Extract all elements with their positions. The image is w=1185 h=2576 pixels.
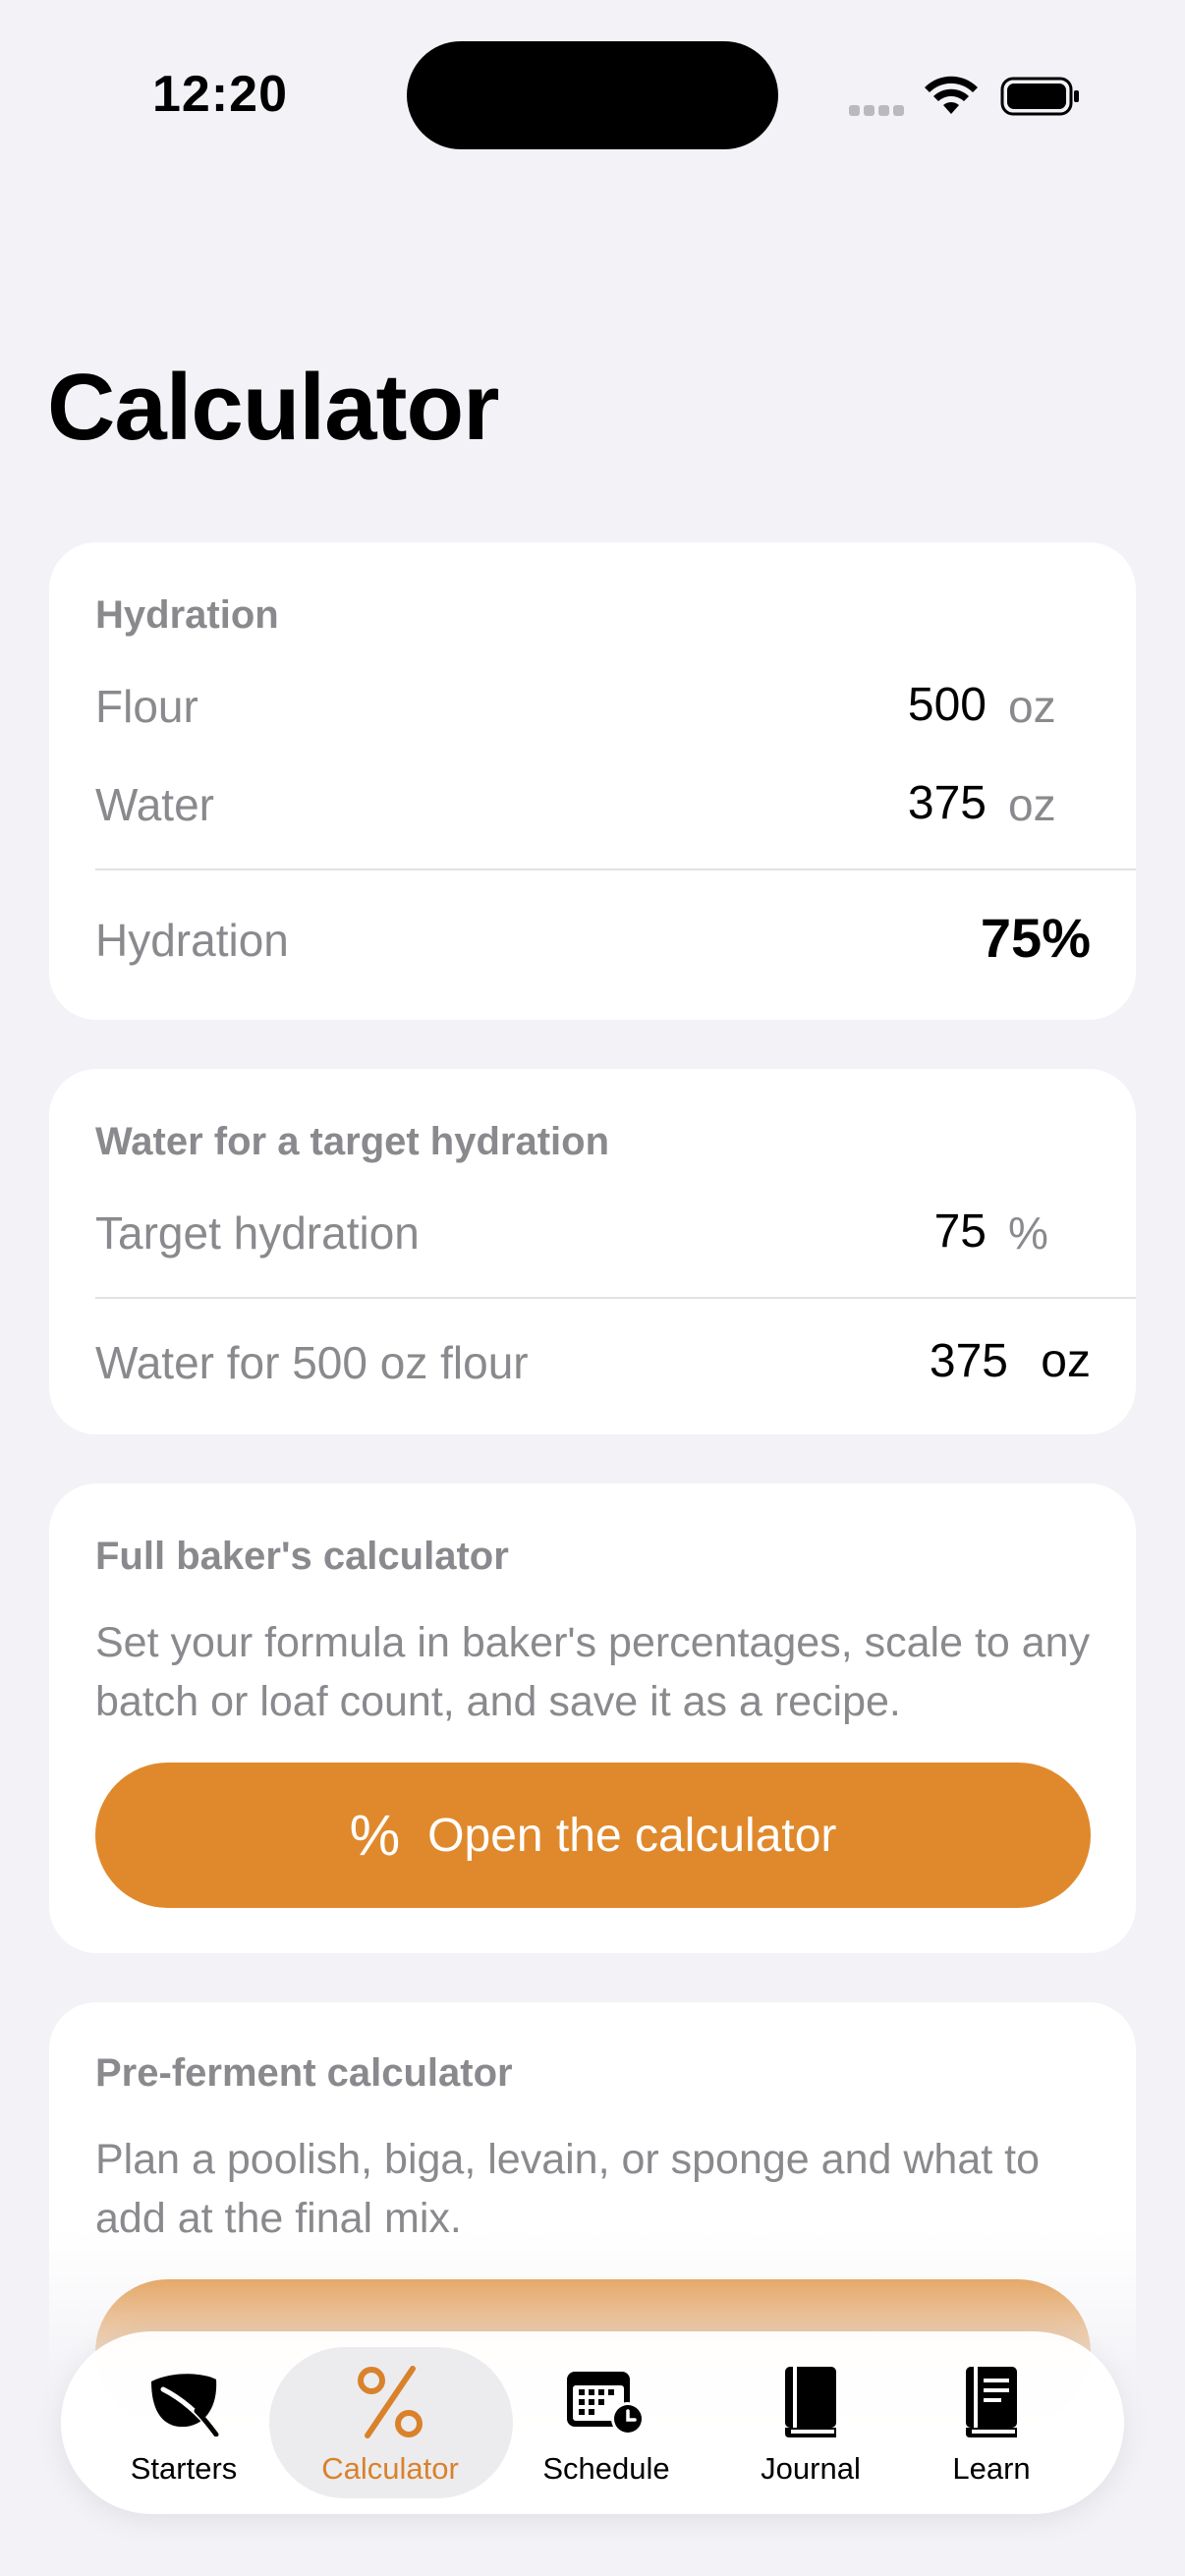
dynamic-island	[407, 41, 778, 149]
hydration-result-label: Hydration	[95, 915, 289, 966]
flour-input[interactable]: 500	[908, 678, 987, 732]
hydration-card-header: Hydration	[95, 593, 279, 637]
open-calculator-button[interactable]: % Open the calculator	[95, 1763, 1091, 1908]
bakers-calculator-card: Full baker's calculator Set your formula…	[49, 1484, 1136, 1953]
target-hydration-label: Target hydration	[95, 1207, 420, 1259]
hydration-result-value: 75%	[980, 907, 1091, 969]
percent-icon: %	[349, 1803, 401, 1868]
tab-schedule[interactable]: Schedule	[523, 2331, 690, 2514]
book-icon	[781, 2359, 840, 2445]
tab-journal[interactable]: Journal	[727, 2331, 894, 2514]
cellular-signal-icon	[849, 103, 908, 117]
target-hydration-input[interactable]: 75	[934, 1204, 987, 1259]
tab-label: Starters	[130, 2451, 238, 2486]
preferment-card-header: Pre-ferment calculator	[95, 2051, 513, 2095]
flour-unit: oz	[1008, 681, 1056, 732]
divider	[95, 868, 1136, 870]
book-text-icon	[962, 2359, 1021, 2445]
water-label: Water	[95, 779, 214, 830]
target-hydration-card: Water for a target hydration Target hydr…	[49, 1069, 1136, 1434]
open-calculator-label: Open the calculator	[427, 1809, 837, 1862]
water-for-flour-unit: oz	[1041, 1335, 1091, 1387]
tab-bar: Starters Calculator Schedule Journal Lea…	[61, 2331, 1124, 2514]
wifi-icon	[925, 76, 978, 114]
percent-icon	[356, 2359, 424, 2445]
water-for-flour-label: Water for 500 oz flour	[95, 1337, 529, 1388]
tab-label: Journal	[761, 2451, 861, 2486]
tab-calculator[interactable]: Calculator	[287, 2331, 493, 2514]
leaf-icon	[145, 2359, 222, 2445]
water-input[interactable]: 375	[908, 776, 987, 830]
status-time: 12:20	[152, 66, 288, 123]
tab-label: Calculator	[321, 2451, 459, 2486]
page-title: Calculator	[47, 355, 499, 460]
target-card-header: Water for a target hydration	[95, 1120, 610, 1163]
bakers-card-description: Set your formula in baker's percentages,…	[95, 1619, 1091, 1725]
water-for-flour-value: 375	[929, 1335, 1008, 1387]
bakers-card-header: Full baker's calculator	[95, 1535, 509, 1578]
flour-label: Flour	[95, 681, 198, 732]
status-bar: 12:20	[0, 0, 1185, 187]
water-unit: oz	[1008, 779, 1056, 830]
tab-starters[interactable]: Starters	[100, 2331, 267, 2514]
divider	[95, 1297, 1136, 1299]
hydration-card: Hydration Flour 500 oz Water 375 oz Hydr…	[49, 542, 1136, 1020]
tab-learn[interactable]: Learn	[918, 2331, 1065, 2514]
target-hydration-unit: %	[1008, 1207, 1048, 1259]
calendar-clock-icon	[565, 2359, 648, 2445]
tab-label: Schedule	[542, 2451, 670, 2486]
tab-label: Learn	[952, 2451, 1031, 2486]
battery-icon	[1000, 77, 1079, 116]
